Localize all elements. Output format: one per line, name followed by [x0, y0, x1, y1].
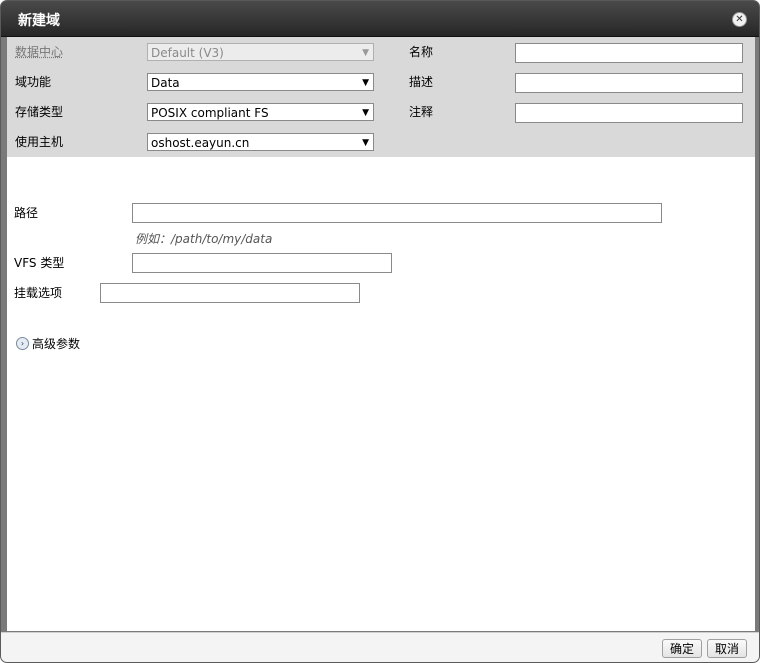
- path-hint: 例如：/path/to/my/data: [135, 232, 273, 246]
- dropdown-arrow-icon: ▼: [362, 78, 369, 88]
- vfs-type-label: VFS 类型: [14, 256, 65, 270]
- mount-options-input[interactable]: [100, 283, 360, 303]
- description-label: 描述: [409, 75, 434, 89]
- dialog-title: 新建域: [18, 13, 60, 29]
- domain-function-value: Data: [151, 76, 180, 90]
- datacenter-value: Default (V3): [151, 46, 224, 60]
- dropdown-arrow-icon: ▼: [362, 108, 369, 118]
- cancel-button[interactable]: 取消: [707, 639, 747, 658]
- use-host-label: 使用主机: [15, 135, 64, 149]
- comment-input[interactable]: [515, 103, 743, 123]
- ok-button[interactable]: 确定: [662, 639, 702, 658]
- datacenter-label: 数据中心: [15, 45, 64, 59]
- domain-function-select[interactable]: Data ▼: [147, 73, 374, 91]
- mount-options-label: 挂载选项: [14, 286, 63, 300]
- dialog-body: 数据中心 Default (V3) ▼ 域功能 Data ▼ 存储类型 POSI…: [7, 37, 755, 631]
- path-label: 路径: [14, 206, 39, 220]
- comment-label: 注释: [409, 105, 434, 119]
- name-input[interactable]: [515, 43, 743, 63]
- close-icon[interactable]: ✕: [732, 12, 747, 27]
- name-label: 名称: [409, 45, 434, 59]
- datacenter-select: Default (V3) ▼: [147, 43, 374, 61]
- description-input[interactable]: [515, 73, 743, 93]
- dropdown-arrow-icon: ▼: [362, 48, 369, 58]
- advanced-parameters-toggle[interactable]: 高级参数: [32, 335, 80, 352]
- storage-type-select[interactable]: POSIX compliant FS ▼: [147, 103, 374, 121]
- storage-type-value: POSIX compliant FS: [151, 106, 269, 120]
- general-form-section: 数据中心 Default (V3) ▼ 域功能 Data ▼ 存储类型 POSI…: [7, 37, 755, 157]
- dropdown-arrow-icon: ▼: [362, 138, 369, 148]
- domain-function-label: 域功能: [15, 75, 52, 89]
- path-input[interactable]: [132, 203, 662, 223]
- dialog-footer: 确定 取消: [1, 632, 759, 662]
- dialog-titlebar: 新建域 ✕: [1, 1, 759, 37]
- new-domain-dialog: 新建域 ✕ 数据中心 Default (V3) ▼ 域功能 Data ▼ 存储类…: [0, 0, 760, 663]
- chevron-right-icon[interactable]: ›: [16, 337, 29, 350]
- vfs-type-input[interactable]: [132, 253, 392, 273]
- use-host-value: oshost.eayun.cn: [151, 136, 250, 150]
- storage-type-label: 存储类型: [15, 105, 64, 119]
- use-host-select[interactable]: oshost.eayun.cn ▼: [147, 133, 374, 151]
